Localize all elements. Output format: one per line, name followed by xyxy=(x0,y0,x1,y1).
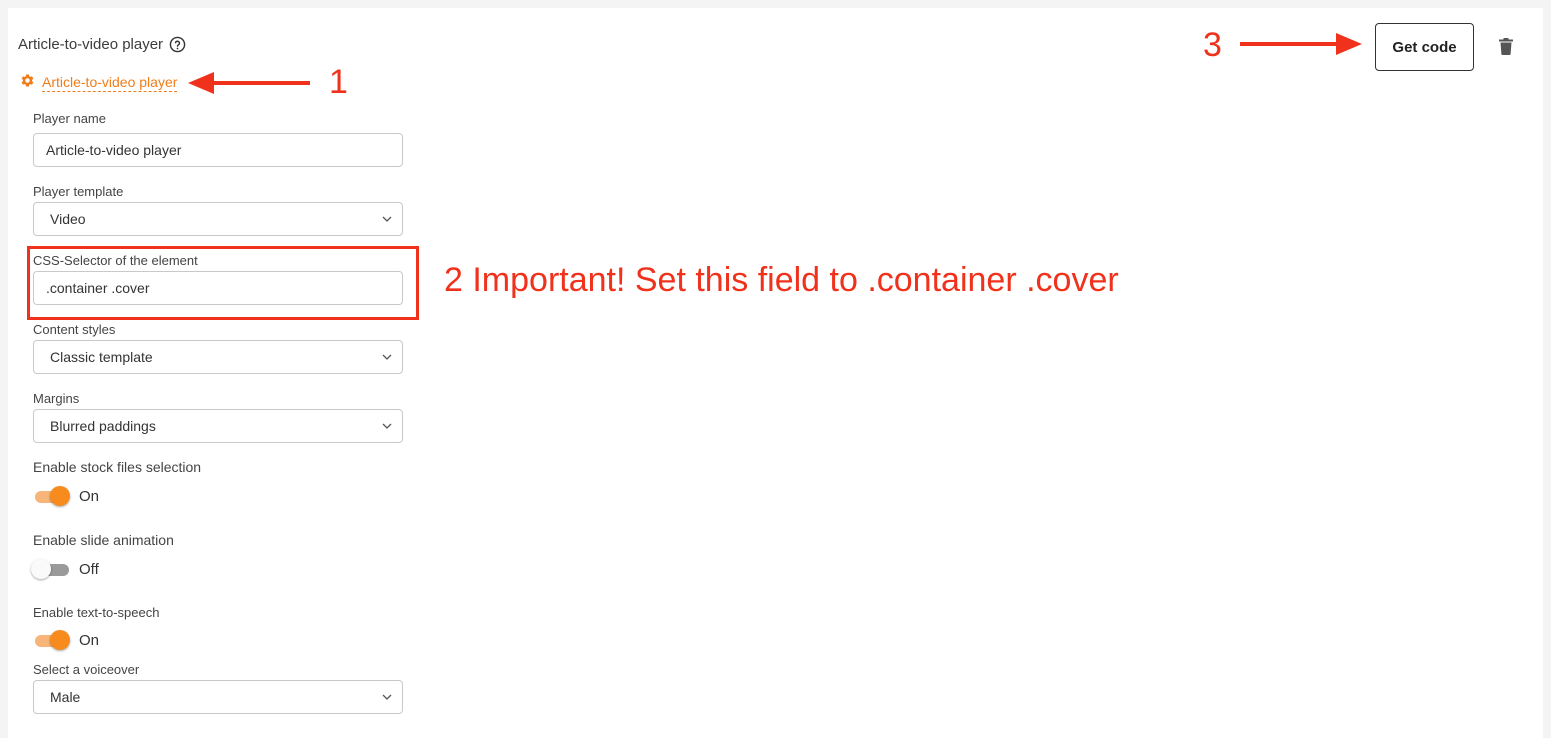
text-to-speech-switch[interactable] xyxy=(33,630,70,650)
content-styles-value: Classic template xyxy=(50,349,153,365)
voiceover-select[interactable]: Male xyxy=(33,680,403,714)
voiceover-label: Select a voiceover xyxy=(33,662,140,677)
page-title: Article-to-video player xyxy=(18,36,164,53)
annotation-number-1: 1 xyxy=(329,63,348,101)
gear-icon xyxy=(20,73,35,93)
text-to-speech-toggle-row: On xyxy=(33,630,99,650)
text-to-speech-state: On xyxy=(79,631,100,649)
switch-knob xyxy=(31,559,51,579)
annotation-number-3: 3 xyxy=(1203,26,1222,64)
content-styles-select[interactable]: Classic template xyxy=(33,340,403,374)
annotation-arrow-1 xyxy=(188,70,313,101)
stock-files-switch[interactable] xyxy=(33,486,70,506)
player-template-value: Video xyxy=(50,211,86,227)
chevron-down-icon xyxy=(382,694,392,700)
get-code-button[interactable]: Get code xyxy=(1375,23,1474,71)
slide-animation-state: Off xyxy=(79,560,99,578)
switch-knob xyxy=(50,630,70,650)
chevron-down-icon xyxy=(382,354,392,360)
voiceover-value: Male xyxy=(50,689,81,705)
margins-select[interactable]: Blurred paddings xyxy=(33,409,403,443)
slide-animation-switch[interactable] xyxy=(31,559,69,579)
chevron-down-icon xyxy=(382,423,392,429)
annotation-text-2: 2 Important! Set this field to .containe… xyxy=(444,261,1119,299)
css-selector-input[interactable] xyxy=(33,271,403,305)
slide-animation-toggle-row: Off xyxy=(31,559,99,579)
player-name-label: Player name xyxy=(33,111,106,126)
player-settings-link-text[interactable]: Article-to-video player xyxy=(42,74,178,92)
content-styles-label: Content styles xyxy=(33,322,116,337)
trash-icon[interactable] xyxy=(1499,38,1513,60)
slide-animation-label: Enable slide animation xyxy=(33,532,174,548)
chevron-down-icon xyxy=(382,216,392,222)
player-name-input[interactable] xyxy=(33,133,403,167)
stock-files-state: On xyxy=(79,487,100,505)
text-to-speech-label: Enable text-to-speech xyxy=(33,605,160,620)
player-template-label: Player template xyxy=(33,184,124,199)
stock-files-toggle-row: On xyxy=(33,486,99,506)
margins-label: Margins xyxy=(33,391,80,406)
switch-knob xyxy=(50,486,70,506)
margins-value: Blurred paddings xyxy=(50,418,156,434)
css-selector-label: CSS-Selector of the element xyxy=(33,253,198,268)
panel-header: Article-to-video player xyxy=(18,36,186,53)
help-circle-icon[interactable] xyxy=(169,36,186,53)
annotation-arrow-3 xyxy=(1238,31,1364,62)
player-template-select[interactable]: Video xyxy=(33,202,403,236)
stock-files-label: Enable stock files selection xyxy=(33,459,202,475)
player-settings-link[interactable]: Article-to-video player xyxy=(20,73,178,93)
